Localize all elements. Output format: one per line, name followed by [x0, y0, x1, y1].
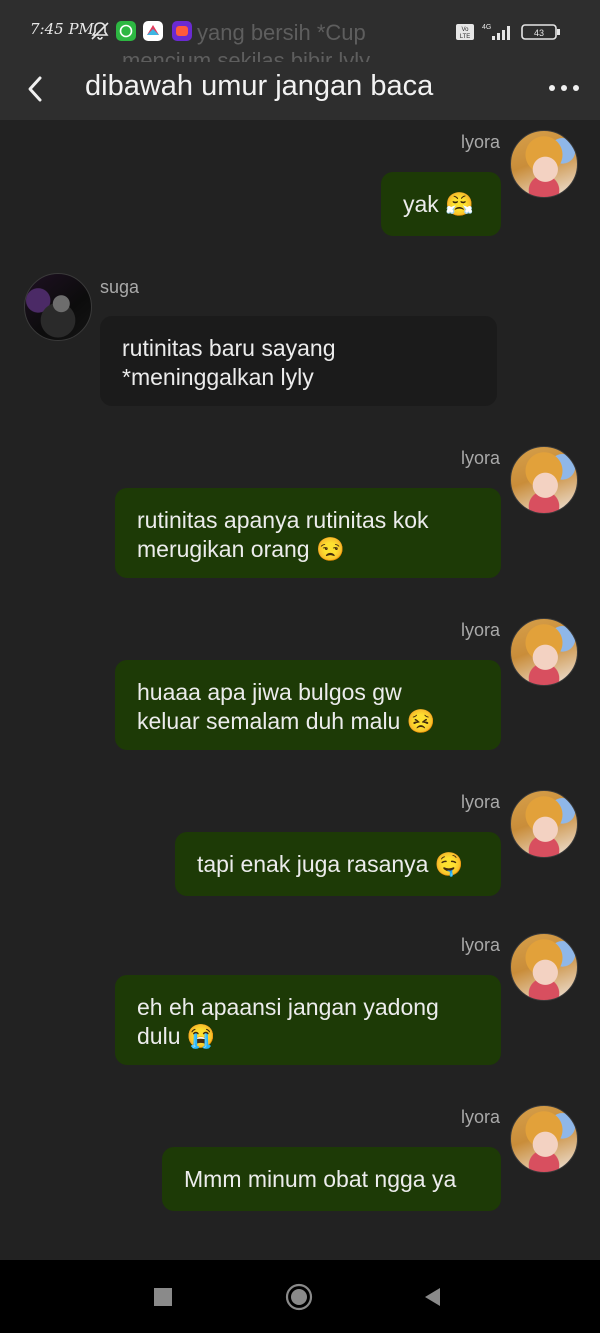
app-icon: [143, 21, 163, 41]
message-bubble[interactable]: rutinitas baru sayang *meninggalkan lyly: [100, 316, 497, 406]
message-bubble[interactable]: Mmm minum obat ngga ya: [162, 1147, 501, 1211]
avatar[interactable]: [510, 446, 578, 514]
back-nav-icon[interactable]: [416, 1280, 450, 1314]
mute-bell-icon: [91, 22, 109, 40]
message-bubble[interactable]: rutinitas apanya rutinitas kok merugikan…: [115, 488, 501, 578]
avatar[interactable]: [510, 618, 578, 686]
message-bubble[interactable]: yak 😤: [381, 172, 501, 236]
sender-name: lyora: [460, 935, 500, 955]
avatar[interactable]: [510, 130, 578, 198]
chat-header: dibawah umur jangan baca: [0, 62, 600, 120]
message-bubble[interactable]: eh eh apaansi jangan yadong dulu 😭: [115, 975, 501, 1065]
sender-name: lyora: [460, 132, 500, 152]
lazada-icon: [172, 21, 192, 41]
chat-screen: yang bersih *Cup mencium sekilas bibir l…: [0, 0, 600, 1333]
sender-name: lyora: [460, 792, 500, 812]
status-bar: yang bersih *Cup mencium sekilas bibir l…: [0, 0, 600, 62]
sender-name: lyora: [460, 1107, 500, 1127]
chat-title: dibawah umur jangan baca: [85, 70, 434, 102]
svg-text:Vo: Vo: [461, 27, 469, 33]
system-status-icons: Vo LTE 4G 43: [456, 24, 560, 40]
avatar[interactable]: [510, 790, 578, 858]
message-bubble[interactable]: tapi enak juga rasanya 🤤: [175, 832, 501, 896]
more-options-icon[interactable]: [544, 68, 584, 108]
avatar[interactable]: [510, 933, 578, 1001]
navigation-bar: [0, 1260, 600, 1333]
svg-text:LTE: LTE: [460, 34, 471, 40]
home-icon[interactable]: [282, 1280, 316, 1314]
status-time: 7:45 PM: [30, 20, 94, 38]
back-button[interactable]: [18, 66, 54, 110]
notification-ghost-text: mencium sekilas bibir lyly: [122, 48, 371, 62]
avatar[interactable]: [510, 1105, 578, 1173]
sender-name: lyora: [460, 448, 500, 468]
message-list[interactable]: lyora yak 😤 suga rutinitas baru sayang *…: [0, 120, 600, 1260]
whatsapp-icon: [116, 21, 136, 41]
message-bubble[interactable]: huaaa apa jiwa bulgos gw keluar semalam …: [115, 660, 501, 750]
battery-level: 43: [534, 28, 544, 38]
recent-apps-icon[interactable]: [146, 1280, 180, 1314]
sender-name: suga: [100, 277, 140, 297]
svg-text:4G: 4G: [482, 24, 491, 31]
avatar[interactable]: [24, 273, 92, 341]
sender-name: lyora: [460, 620, 500, 640]
